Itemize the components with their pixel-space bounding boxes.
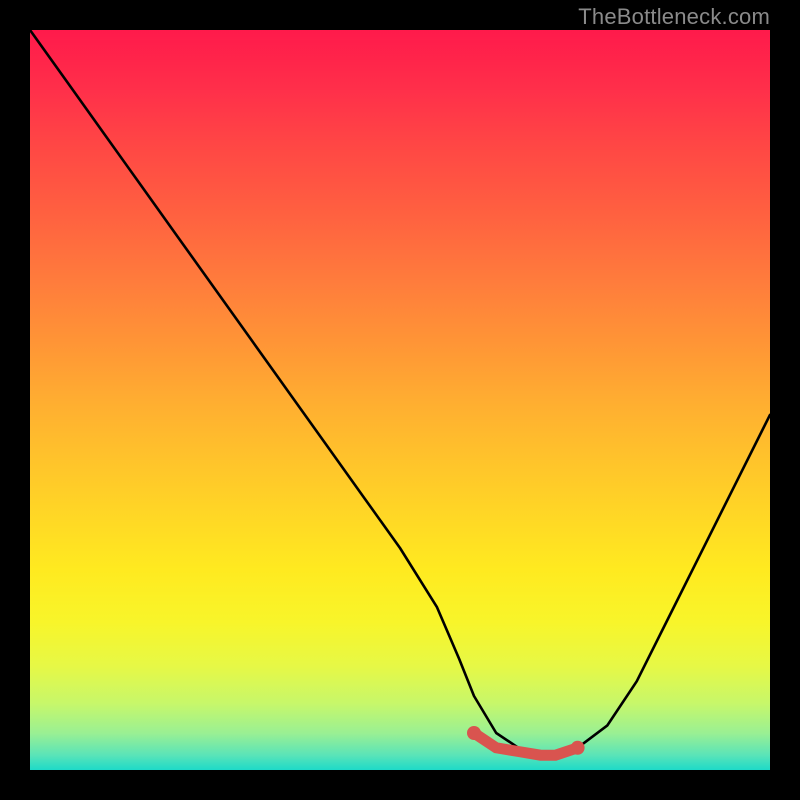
watermark-text: TheBottleneck.com: [578, 4, 770, 30]
optimal-band-dot-right: [571, 741, 585, 755]
optimal-band-dot-left: [467, 726, 481, 740]
bottleneck-curve: [30, 30, 770, 755]
chart-svg: [30, 30, 770, 770]
optimal-band: [474, 733, 578, 755]
chart-frame: TheBottleneck.com: [0, 0, 800, 800]
plot-area: [30, 30, 770, 770]
